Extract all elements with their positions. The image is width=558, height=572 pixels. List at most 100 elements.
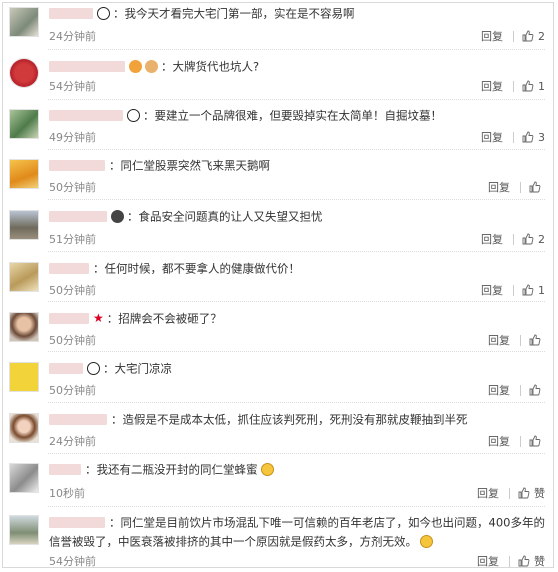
username[interactable] bbox=[49, 363, 83, 374]
reply-button[interactable]: 回复 bbox=[488, 433, 510, 449]
avatar[interactable] bbox=[9, 312, 39, 342]
comment-item: ：同仁堂股票突然飞来黑天鹅啊 50分钟前 回复 bbox=[3, 150, 555, 200]
action-divider bbox=[520, 384, 521, 396]
thumbs-up-icon bbox=[529, 384, 541, 396]
action-divider bbox=[513, 284, 514, 296]
laugh-emoji-icon bbox=[260, 463, 274, 476]
star-icon: ★ bbox=[93, 311, 104, 325]
comment-text: 招牌会不会被砸了？ bbox=[118, 311, 222, 326]
timestamp: 50分钟前 bbox=[49, 334, 96, 347]
username[interactable] bbox=[49, 517, 105, 528]
thumbs-up-icon bbox=[522, 80, 534, 92]
like-count: 3 bbox=[538, 130, 545, 144]
comment-body: ：造假是不是成本太低，抓住应该判死刑，死刑没有那就皮鞭抽到半死 bbox=[49, 411, 547, 428]
avatar[interactable] bbox=[9, 109, 39, 139]
comment-body: ★ ：招牌会不会被砸了？ bbox=[49, 310, 547, 327]
action-divider bbox=[520, 435, 521, 447]
username[interactable] bbox=[49, 211, 107, 222]
like-button[interactable] bbox=[529, 334, 545, 346]
username[interactable] bbox=[49, 313, 89, 324]
username[interactable] bbox=[49, 110, 123, 121]
like-count: 2 bbox=[538, 29, 545, 43]
timestamp: 24分钟前 bbox=[49, 435, 96, 448]
reply-button[interactable]: 回复 bbox=[481, 282, 503, 298]
like-count: 1 bbox=[538, 283, 545, 297]
comment-body: ：要建立一个品牌很难，但要毁掉实在太简单！自掘坟墓！ bbox=[49, 107, 547, 124]
timestamp: 51分钟前 bbox=[49, 233, 96, 246]
comment-body: ：大宅门凉凉 bbox=[49, 360, 547, 377]
avatar[interactable] bbox=[9, 262, 39, 292]
action-divider bbox=[513, 131, 514, 143]
like-button[interactable]: 2 bbox=[522, 30, 545, 43]
timestamp: 54分钟前 bbox=[49, 80, 96, 93]
reply-button[interactable]: 回复 bbox=[481, 129, 503, 145]
avatar[interactable] bbox=[9, 413, 39, 443]
action-divider bbox=[520, 334, 521, 346]
comment-body: ：我今天才看完大宅门第一部，实在是不容易啊 bbox=[49, 5, 547, 22]
orange-emoji-icon bbox=[145, 60, 158, 73]
username[interactable] bbox=[49, 160, 105, 171]
like-button[interactable]: 2 bbox=[522, 233, 545, 246]
comment-item: ：要建立一个品牌很难，但要毁掉实在太简单！自掘坟墓！ 49分钟前 回复 3 bbox=[3, 100, 555, 150]
avatar[interactable] bbox=[9, 210, 39, 240]
avatar[interactable] bbox=[9, 463, 39, 493]
like-button[interactable] bbox=[529, 435, 545, 447]
comment-text: 食品安全问题真的让人又失望又担忧 bbox=[138, 209, 323, 224]
thumbs-up-icon bbox=[529, 181, 541, 193]
comment-item: ★ ：招牌会不会被砸了？ 50分钟前 回复 bbox=[3, 302, 555, 352]
avatar[interactable] bbox=[9, 515, 39, 545]
like-button[interactable]: 赞 bbox=[518, 485, 545, 501]
like-count: 1 bbox=[538, 79, 545, 93]
timestamp: 50分钟前 bbox=[49, 284, 96, 297]
action-divider bbox=[513, 233, 514, 245]
reply-button[interactable]: 回复 bbox=[477, 553, 499, 569]
action-divider bbox=[513, 30, 514, 42]
thumbs-up-icon bbox=[518, 555, 530, 567]
like-button[interactable] bbox=[529, 384, 545, 396]
reply-button[interactable]: 回复 bbox=[481, 231, 503, 247]
timestamp: 50分钟前 bbox=[49, 384, 96, 397]
orange-emoji-icon bbox=[129, 60, 142, 73]
panda-emoji-icon bbox=[127, 109, 140, 122]
reply-button[interactable]: 回复 bbox=[488, 332, 510, 348]
avatar[interactable] bbox=[9, 159, 39, 189]
like-label: 赞 bbox=[534, 487, 545, 500]
reply-button[interactable]: 回复 bbox=[481, 28, 503, 44]
username[interactable] bbox=[49, 263, 89, 274]
like-button[interactable]: 赞 bbox=[518, 553, 545, 569]
thumbs-up-icon bbox=[522, 131, 534, 143]
avatar[interactable] bbox=[9, 362, 39, 392]
comment-body: ：我还有二瓶没开封的同仁堂蜂蜜 bbox=[49, 461, 547, 478]
username[interactable] bbox=[49, 464, 81, 475]
like-label: 赞 bbox=[534, 555, 545, 568]
reply-button[interactable]: 回复 bbox=[477, 485, 499, 501]
reply-button[interactable]: 回复 bbox=[488, 382, 510, 398]
comment-body: ：食品安全问题真的让人又失望又担忧 bbox=[49, 208, 547, 225]
comment-item: ：我还有二瓶没开封的同仁堂蜂蜜 10秒前 回复 赞 bbox=[3, 454, 555, 507]
username[interactable] bbox=[49, 61, 125, 72]
reply-button[interactable]: 回复 bbox=[481, 78, 503, 94]
comment-text: 同仁堂股票突然飞来黑天鹅啊 bbox=[120, 158, 271, 173]
timestamp: 24分钟前 bbox=[49, 30, 96, 43]
like-button[interactable]: 3 bbox=[522, 131, 545, 144]
comment-item: ：造假是不是成本太低，抓住应该判死刑，死刑没有那就皮鞭抽到半死 24分钟前 回复 bbox=[3, 403, 555, 454]
like-button[interactable] bbox=[529, 181, 545, 193]
avatar[interactable] bbox=[9, 58, 39, 88]
thumbs-up-icon bbox=[522, 30, 534, 42]
username[interactable] bbox=[49, 8, 93, 19]
comment-body: ：大牌货代也坑人? bbox=[49, 58, 547, 75]
avatar[interactable] bbox=[9, 7, 39, 37]
comment-text: 任何时候，都不要拿人的健康做代价！ bbox=[104, 261, 301, 276]
reply-button[interactable]: 回复 bbox=[488, 179, 510, 195]
comment-item: ：大牌货代也坑人? 54分钟前 回复 1 bbox=[3, 50, 555, 100]
comment-text: 大宅门凉凉 bbox=[114, 361, 173, 376]
timestamp: 54分钟前 bbox=[49, 555, 96, 568]
timestamp: 49分钟前 bbox=[49, 131, 96, 144]
username[interactable] bbox=[49, 414, 107, 425]
panda-emoji-icon bbox=[97, 7, 110, 20]
panda-emoji-icon bbox=[87, 362, 100, 375]
thumbs-up-icon bbox=[529, 435, 541, 447]
action-divider bbox=[509, 487, 510, 499]
like-button[interactable]: 1 bbox=[522, 284, 545, 297]
like-button[interactable]: 1 bbox=[522, 80, 545, 93]
